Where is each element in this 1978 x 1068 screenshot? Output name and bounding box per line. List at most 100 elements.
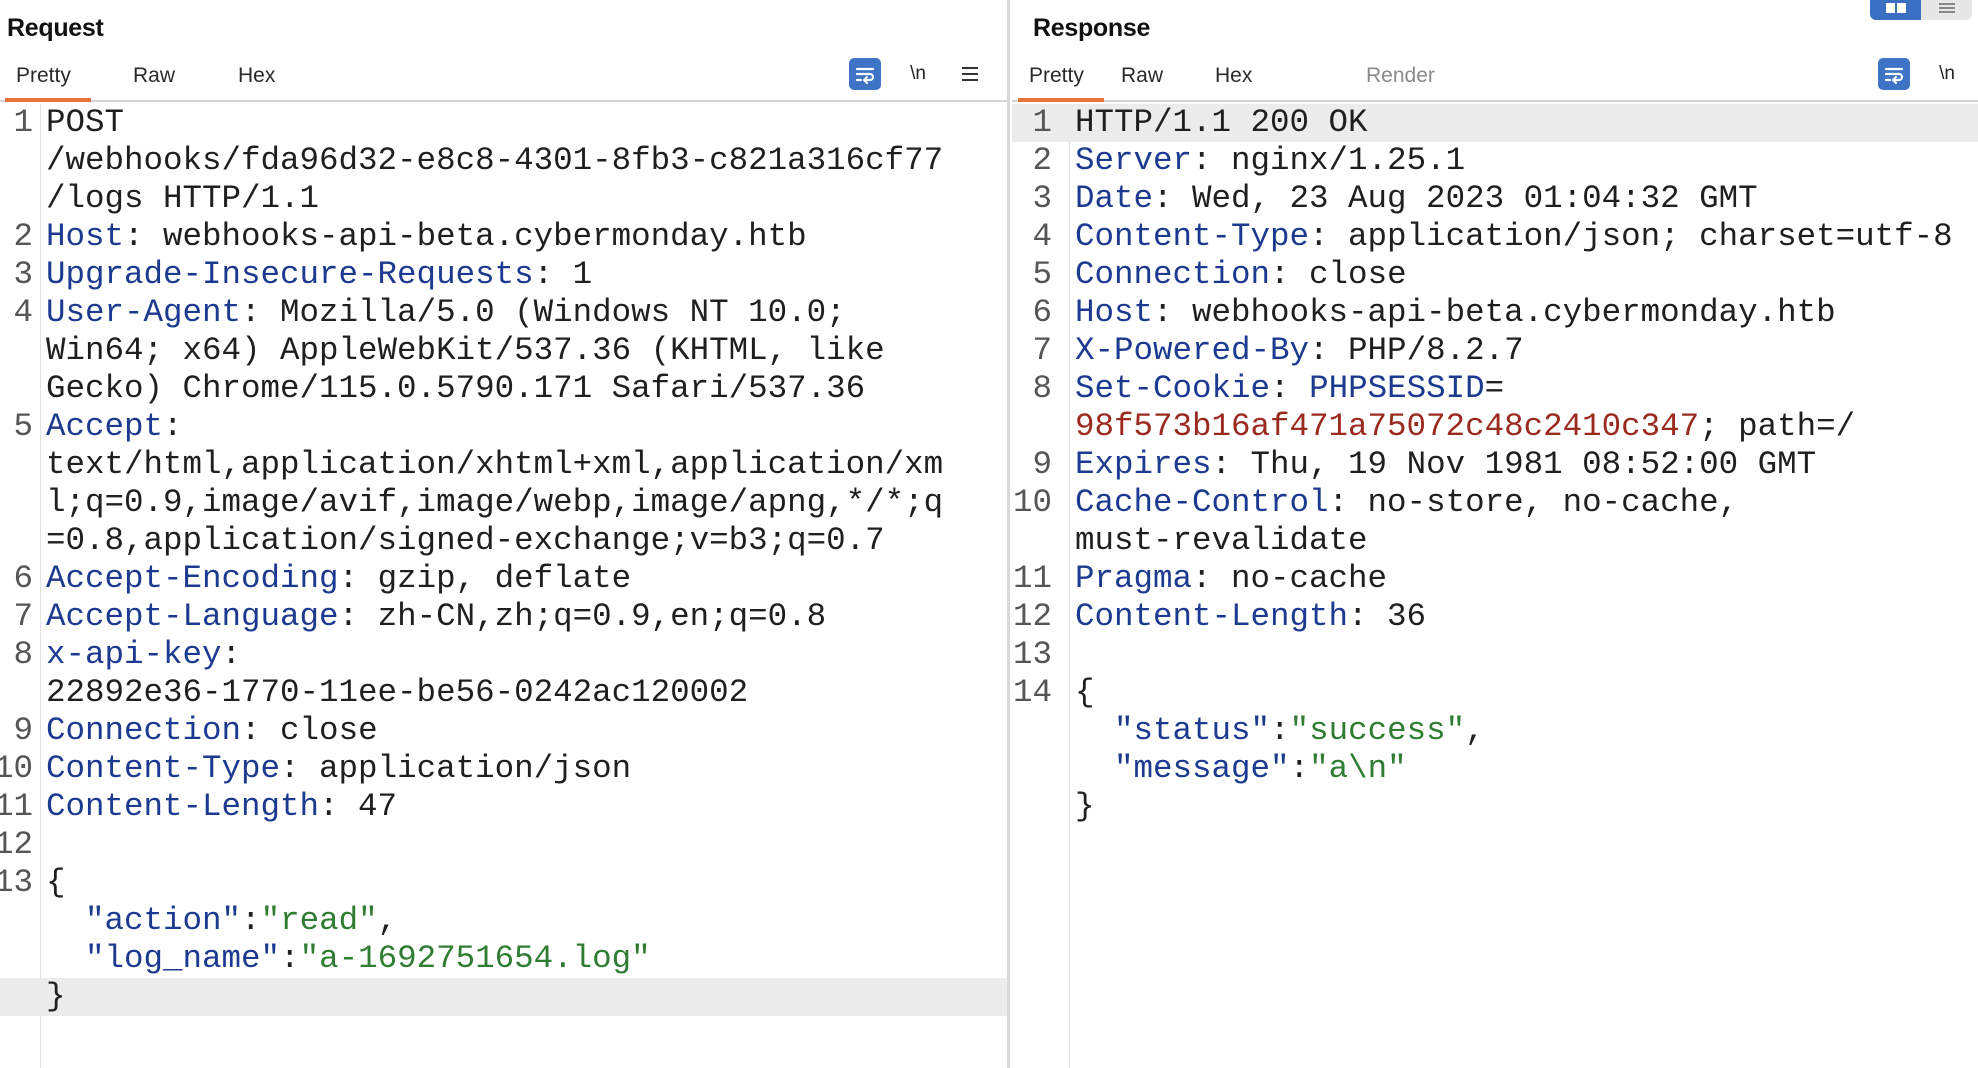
header-name: Host [46, 218, 125, 255]
tab-render[interactable]: Render [1366, 64, 1435, 96]
value-text: : [280, 940, 300, 977]
line-text: Cache-Control: no-store, no-cache, [1075, 484, 1738, 522]
code-line: 2 Server: nginx/1.25.1 [1012, 142, 1978, 180]
value-text: : Thu, 19 Nov 1981 08:52:00 GMT [1211, 446, 1817, 483]
value-text: : Wed, 23 Aug 2023 01:04:32 GMT [1153, 180, 1758, 217]
header-name: "action" [46, 902, 242, 939]
line-text: Accept-Encoding: gzip, deflate [46, 560, 631, 598]
line-text: Connection: close [46, 712, 378, 750]
value-text: : [163, 408, 183, 445]
stacked-view-button[interactable] [1921, 0, 1972, 20]
value-text: HTTP/1.1 200 OK [1075, 104, 1368, 141]
tab-hex[interactable]: Hex [238, 64, 275, 96]
line-text: Host: webhooks-api-beta.cybermonday.htb [46, 218, 807, 256]
code-line: 2 Host: webhooks-api-beta.cybermonday.htb [0, 218, 1008, 256]
code-line: 7 Accept-Language: zh-CN,zh;q=0.9,en;q=0.… [0, 598, 1008, 636]
line-text: Accept: [46, 408, 183, 446]
value-text: Gecko) Chrome/115.0.5790.171 Safari/537.… [46, 370, 866, 407]
show-newlines-button[interactable]: \n [1931, 58, 1963, 90]
value-text: , [1465, 712, 1485, 749]
line-number: 14 [1012, 674, 1052, 711]
line-text: must-revalidate [1075, 522, 1368, 560]
json-string: "read" [260, 902, 378, 939]
json-string: "a\n" [1309, 750, 1407, 787]
line-text: Expires: Thu, 19 Nov 1981 08:52:00 GMT [1075, 446, 1816, 484]
header-name: Accept-Language [46, 598, 339, 635]
line-text: Connection: close [1075, 256, 1407, 294]
code-line: 5 Connection: close [1012, 256, 1978, 294]
code-line: 5 Accept: [0, 408, 1008, 446]
split-view-button[interactable] [1870, 0, 1921, 20]
line-text: Gecko) Chrome/115.0.5790.171 Safari/537.… [46, 370, 865, 408]
line-text: Content-Type: application/json [46, 750, 631, 788]
code-line: 12 [0, 826, 1008, 864]
word-wrap-button[interactable] [1878, 58, 1910, 90]
value-text: : close [241, 712, 378, 749]
pane-splitter[interactable] [1007, 0, 1010, 1068]
line-number: 6 [1032, 294, 1052, 331]
code-line: 4 User-Agent: Mozilla/5.0 (Windows NT 10.… [0, 294, 1008, 332]
line-text: "status":"success", [1075, 712, 1485, 750]
line-text: Pragma: no-cache [1075, 560, 1387, 598]
header-name: Content-Type [46, 750, 281, 787]
code-line: 3 Upgrade-Insecure-Requests: 1 [0, 256, 1008, 294]
header-name: Connection [46, 712, 242, 749]
tab-hex[interactable]: Hex [1215, 64, 1252, 96]
code-line: text/html,application/xhtml+xml,applicat… [0, 446, 1008, 484]
response-editor[interactable]: 1 HTTP/1.1 200 OK 2 Server: nginx/1.25.1 3 Da… [1012, 104, 1978, 1068]
line-text: Upgrade-Insecure-Requests: 1 [46, 256, 592, 294]
value-text: : no-store, no-cache, [1328, 484, 1739, 521]
tab-pretty[interactable]: Pretty [5, 64, 91, 102]
line-number: 3 [13, 256, 33, 293]
line-text: Content-Length: 36 [1075, 598, 1426, 636]
header-name: Expires [1075, 446, 1212, 483]
value-text: = [1484, 370, 1505, 407]
code-line: 9 Connection: close [0, 712, 1008, 750]
code-line: 8 x-api-key: [0, 636, 1008, 674]
line-text: "action":"read", [46, 902, 397, 940]
layout-toggle [1870, 0, 1972, 20]
value-text: : application/json; charset=utf-8 [1309, 218, 1953, 255]
header-name: Content-Length [1075, 598, 1349, 635]
line-text: Date: Wed, 23 Aug 2023 01:04:32 GMT [1075, 180, 1758, 218]
tab-raw[interactable]: Raw [133, 64, 175, 96]
word-wrap-icon [1884, 67, 1904, 84]
header-name: Connection [1075, 256, 1271, 293]
stacked-view-icon [1938, 3, 1955, 13]
json-string: "success" [1289, 712, 1466, 749]
code-line: "action":"read", [0, 902, 1008, 940]
line-text: User-Agent: Mozilla/5.0 (Windows NT 10.0… [46, 294, 846, 332]
value-text: : no-cache [1192, 560, 1388, 597]
header-name: "status" [1075, 712, 1271, 749]
line-text: /logs HTTP/1.1 [46, 180, 319, 218]
show-newlines-button[interactable]: \n [902, 58, 934, 90]
line-number: 13 [1012, 636, 1052, 673]
line-text: 98f573b16af471a75072c48c2410c347; path=/ [1075, 408, 1855, 446]
code-line: 4 Content-Type: application/json; charset… [1012, 218, 1978, 256]
line-number: 1 [13, 104, 33, 141]
code-line: 13 [1012, 636, 1978, 674]
line-text: =0.8,application/signed-exchange;v=b3;q=… [46, 522, 885, 560]
value-text: l;q=0.9,image/avif,image/webp,image/apng… [46, 484, 944, 521]
code-line: 9 Expires: Thu, 19 Nov 1981 08:52:00 GMT [1012, 446, 1978, 484]
value-text: 22892e36-1770-11ee-be56-0242ac120002 [46, 674, 749, 711]
line-number: 2 [13, 218, 33, 255]
value-text: : [241, 902, 261, 939]
word-wrap-button[interactable] [849, 58, 881, 90]
value-text: : PHP/8.2.7 [1309, 332, 1524, 369]
line-text: Server: nginx/1.25.1 [1075, 142, 1465, 180]
tab-raw[interactable]: Raw [1121, 64, 1163, 96]
request-menu-button[interactable] [954, 58, 986, 90]
value-text: : [1270, 370, 1310, 407]
code-line: "message":"a\n" [1012, 750, 1978, 788]
value-text: =0.8,application/signed-exchange;v=b3;q=… [46, 522, 885, 559]
code-line: 1 POST [0, 104, 1008, 142]
header-name: Accept-Encoding [46, 560, 339, 597]
response-code-body: 1 HTTP/1.1 200 OK 2 Server: nginx/1.25.1 3 Da… [1012, 104, 1978, 826]
tab-pretty[interactable]: Pretty [1018, 64, 1104, 102]
code-line: 98f573b16af471a75072c48c2410c347; path=/ [1012, 408, 1978, 446]
line-text: } [46, 978, 66, 1016]
request-editor[interactable]: 1 POST/webhooks/fda96d32-e8c8-4301-8fb3-c… [0, 104, 1008, 1068]
line-text: Content-Type: application/json; charset=… [1075, 218, 1953, 256]
header-name: Pragma [1075, 560, 1193, 597]
